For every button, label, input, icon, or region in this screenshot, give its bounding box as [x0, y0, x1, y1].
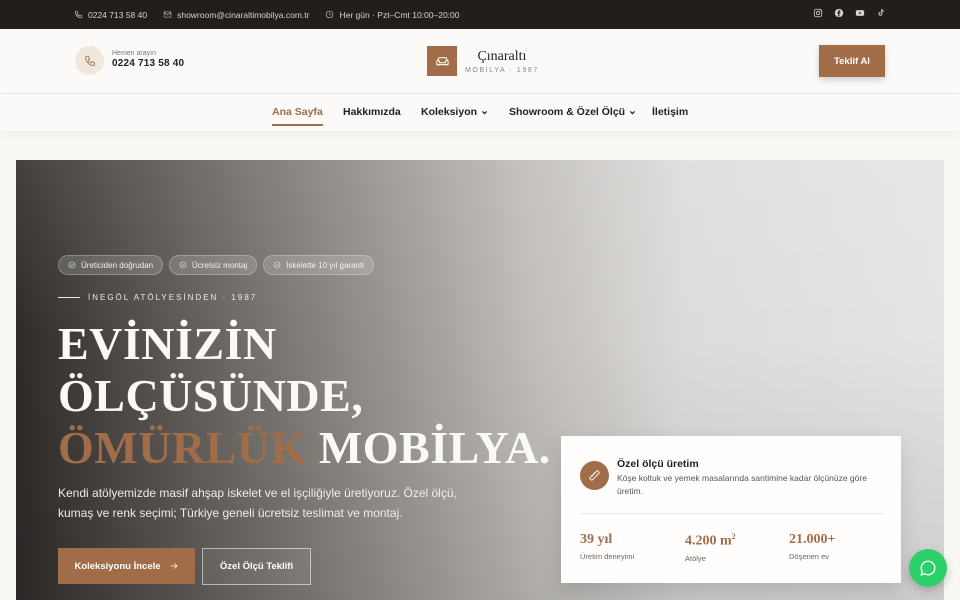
chevron-down-icon: [630, 110, 636, 114]
stat-superscript: 2: [731, 532, 736, 541]
site-logo[interactable]: Çınaraltı MOBİLYA · 1987: [427, 46, 539, 76]
logo-name: Çınaraltı: [477, 48, 527, 64]
chat-bubble-icon: [920, 560, 936, 576]
badge-label: Üreticiden doğrudan: [81, 260, 154, 270]
top-hours-text: Her gün · Pzt–Cmt 10:00–20:00: [339, 9, 460, 20]
check-circle-icon: [273, 261, 281, 269]
nav-label: Ana Sayfa: [272, 106, 323, 118]
logo-text: Çınaraltı MOBİLYA · 1987: [465, 49, 539, 74]
top-phone[interactable]: 0224 713 58 40: [74, 10, 147, 20]
instagram-icon[interactable]: [813, 8, 823, 18]
stat-workshop: 4.200 m2 Atölye: [685, 532, 736, 563]
call-number: 0224 713 58 40: [112, 58, 185, 69]
social-links: [813, 8, 886, 18]
ruler-icon: [589, 470, 600, 481]
call-circle[interactable]: [75, 46, 104, 75]
button-label: Koleksiyonu İncele: [74, 560, 161, 572]
whatsapp-chat-button[interactable]: [909, 549, 947, 587]
badge-label: Ücretsiz montaj: [192, 260, 248, 270]
badge: Ücretsiz montaj: [169, 255, 258, 275]
stat-homes: 21.000+ Döşenen ev: [789, 532, 835, 561]
view-collection-button[interactable]: Koleksiyonu İncele: [58, 548, 195, 584]
tiktok-icon[interactable]: [876, 8, 886, 18]
hero-badges: Üreticiden doğrudan Ücretsiz montaj İske…: [58, 255, 374, 275]
headline-accent: ÖMÜRLÜK: [58, 422, 307, 473]
headline-line-1: EVİNİZİN: [58, 318, 277, 369]
check-circle-icon: [179, 261, 187, 269]
card-description: Köşe koltuk ve yemek masalarında santimi…: [617, 473, 867, 496]
stat-value: 21.000+: [789, 532, 836, 547]
hero-section: Üreticiden doğrudan Ücretsiz montaj İske…: [16, 160, 944, 600]
call-label: Hemen arayın: [112, 50, 156, 57]
stat-label: Üretim deneyimi: [580, 552, 635, 561]
check-circle-icon: [68, 261, 76, 269]
card-icon-circle: [580, 461, 609, 490]
call-block[interactable]: Hemen arayın 0224 713 58 40: [112, 50, 184, 69]
nav-label: İletişim: [652, 106, 689, 118]
nav-label: Hakkımızda: [343, 106, 401, 118]
custom-production-card: Özel ölçü üretim Köşe koltuk ve yemek ma…: [561, 436, 901, 583]
stat-experience: 39 yıl Üretim deneyimi: [580, 532, 634, 561]
chevron-down-icon: [481, 110, 488, 114]
eyebrow-line: [58, 297, 80, 298]
hero-lead: Kendi atölyemizde masif ahşap iskelet ve…: [58, 486, 457, 520]
hero-headline: EVİNİZİN ÖLÇÜSÜNDE, ÖMÜRLÜK MOBİLYA.: [58, 318, 551, 474]
logo-mark: [427, 46, 457, 76]
nav-item-showroom[interactable]: Showroom & Özel Ölçü: [509, 106, 636, 118]
top-hours: Her gün · Pzt–Cmt 10:00–20:00: [325, 9, 460, 20]
mail-icon: [163, 11, 172, 18]
arrow-right-icon: [170, 563, 177, 569]
nav-label: Showroom & Özel Ölçü: [509, 106, 626, 118]
top-bar: 0224 713 58 40 showroom@cinaraltimobilya…: [0, 0, 960, 29]
youtube-icon[interactable]: [855, 8, 865, 18]
headline-line-3: MOBİLYA.: [318, 422, 551, 473]
site-header: Hemen arayın 0224 713 58 40 Çınaraltı MO…: [0, 29, 960, 93]
nav-item-collection[interactable]: Koleksiyon: [421, 106, 488, 118]
stat-label: Atölye: [685, 553, 706, 563]
top-email[interactable]: showroom@cinaraltimobilya.com.tr: [163, 10, 309, 20]
nav-item-home[interactable]: Ana Sayfa: [272, 106, 323, 126]
eyebrow-text: İNEGÖL ATÖLYESİNDEN · 1987: [88, 293, 258, 302]
top-phone-text: 0224 713 58 40: [88, 9, 148, 20]
sofa-icon: [435, 56, 449, 66]
nav-item-about[interactable]: Hakkımızda: [343, 106, 401, 118]
stat-value: 39 yıl: [580, 532, 613, 547]
badge: İskelette 10 yıl garanti: [263, 255, 374, 275]
top-email-text: showroom@cinaraltimobilya.com.tr: [177, 9, 310, 20]
card-divider: [580, 513, 884, 514]
custom-size-quote-button[interactable]: Özel Ölçü Teklifi: [202, 548, 311, 585]
hero-eyebrow: İNEGÖL ATÖLYESİNDEN · 1987: [58, 293, 257, 302]
stat-label: Döşenen ev: [789, 552, 830, 561]
stat-value-wrap: 4.200 m2: [685, 532, 736, 550]
clock-icon: [326, 10, 334, 19]
badge-label: İskelette 10 yıl garanti: [286, 260, 364, 270]
top-contact-info: 0224 713 58 40 showroom@cinaraltimobilya…: [74, 10, 460, 20]
nav-label: Koleksiyon: [421, 106, 478, 118]
card-title: Özel ölçü üretim: [617, 458, 699, 470]
phone-icon: [84, 55, 95, 66]
headline-line-2: ÖLÇÜSÜNDE,: [58, 370, 364, 421]
logo-subtitle: MOBİLYA · 1987: [465, 66, 539, 74]
phone-icon: [74, 10, 83, 19]
get-quote-button[interactable]: Teklif Al: [819, 45, 885, 77]
nav-item-contact[interactable]: İletişim: [652, 106, 688, 118]
badge: Üreticiden doğrudan: [58, 255, 164, 275]
main-nav: Ana Sayfa Hakkımızda Koleksiyon Showroom…: [0, 93, 960, 131]
facebook-icon[interactable]: [834, 8, 844, 18]
stat-value: 4.200 m: [685, 533, 732, 549]
